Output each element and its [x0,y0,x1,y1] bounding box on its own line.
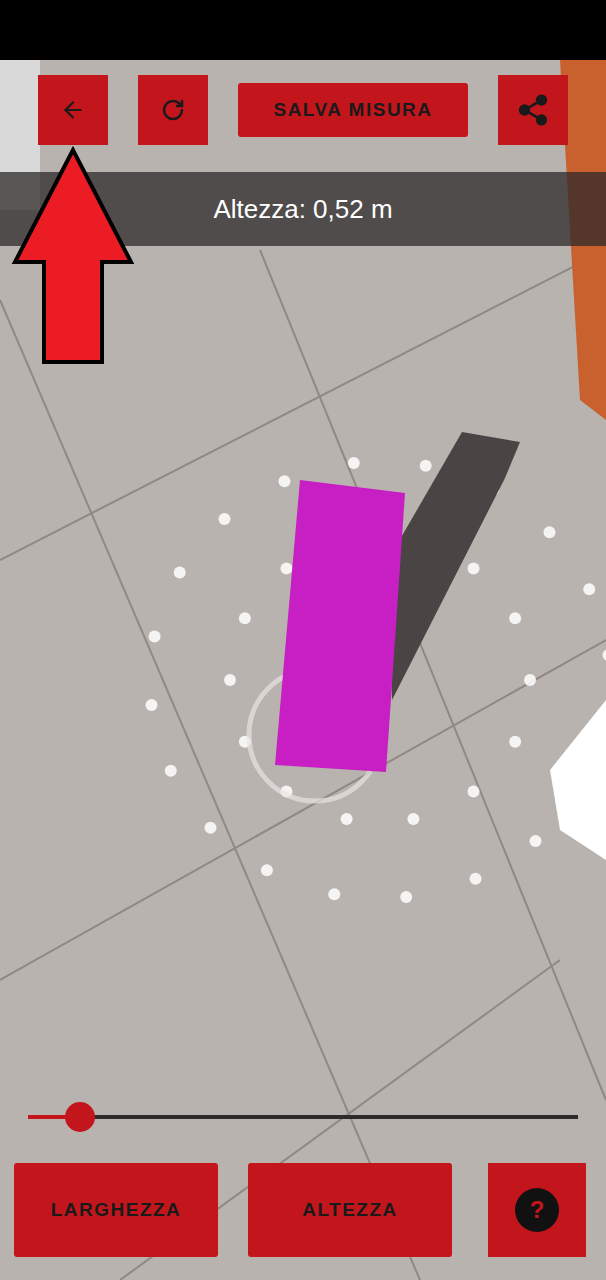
bottom-bar: LARGHEZZA ALTEZZA? [0,1163,606,1257]
back-button[interactable] [38,75,108,145]
share-button[interactable] [498,75,568,145]
share-icon [516,93,550,127]
slider-thumb[interactable] [65,1102,95,1132]
help-button[interactable]: ? [488,1163,586,1257]
refresh-icon [161,98,185,122]
help-label: ? [515,1188,559,1232]
back-arrow-icon [60,97,86,123]
status-bar [0,0,606,60]
ar-measure-screen: SALVA MISURA Altezza: 0,52 m LARGHEZZA ALTE… [0,0,606,1280]
save-button[interactable]: SALVA MISURA [238,83,468,137]
measurement-bar: Altezza: 0,52 m [0,172,606,246]
ar-canvas[interactable] [0,246,606,1100]
size-slider[interactable] [28,1100,578,1134]
reset-button[interactable] [138,75,208,145]
mode-button[interactable]: ALTEZZA [248,1163,452,1257]
slider-track [28,1115,578,1119]
toolbar: SALVA MISURA [0,60,606,145]
measurement-label: Altezza: 0,52 m [213,190,392,229]
mode-button[interactable]: LARGHEZZA [14,1163,218,1257]
